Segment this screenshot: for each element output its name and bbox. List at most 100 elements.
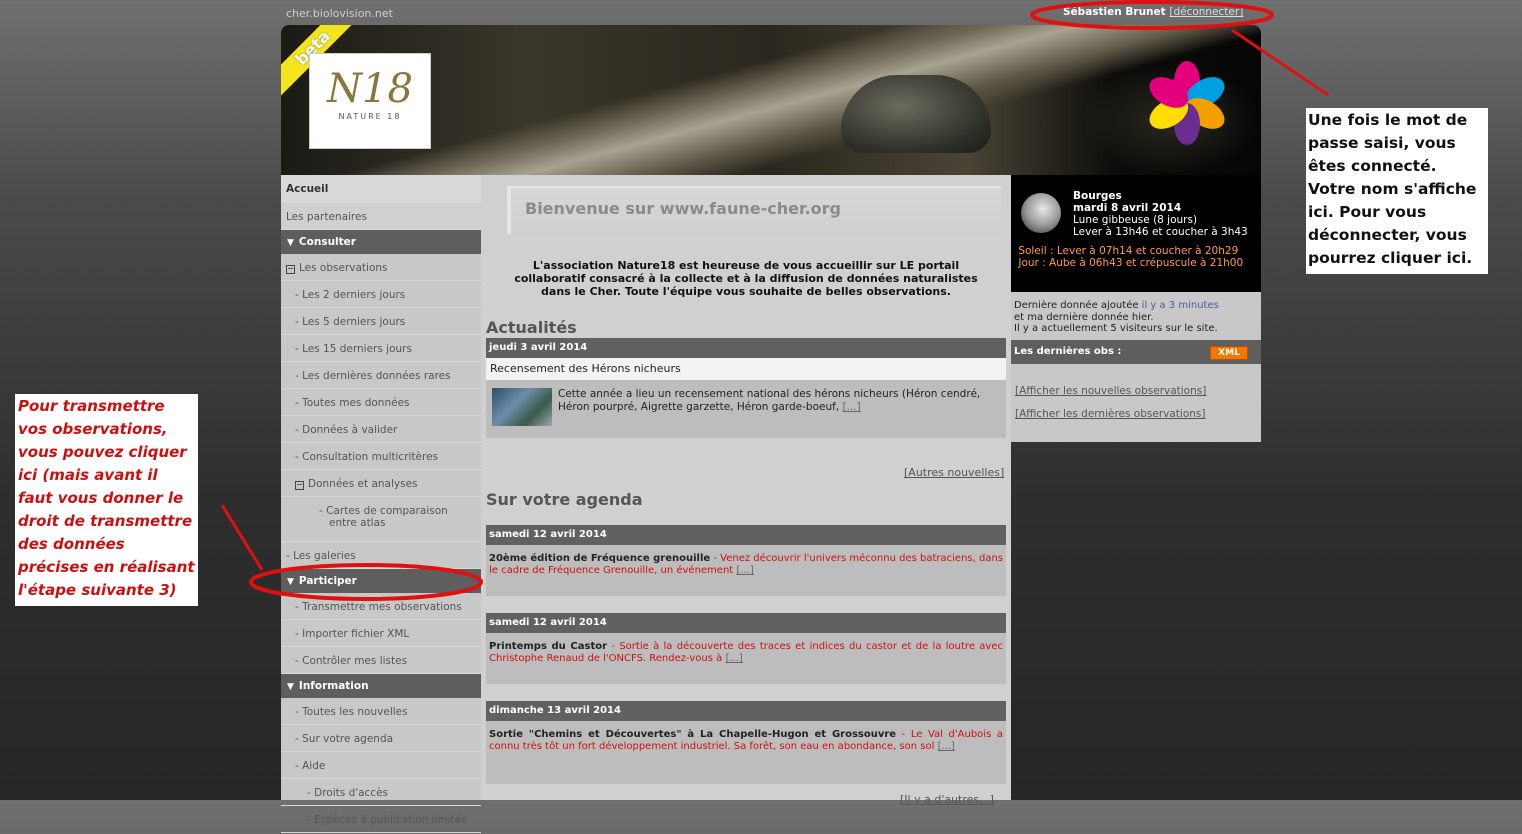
moon-phase: Lune gibbeuse (8 jours) — [1073, 214, 1198, 226]
nav-donnees-rares[interactable]: - Les dernières données rares — [281, 362, 481, 389]
triangle-down-icon: ▼ — [287, 577, 294, 587]
nav-donnees-analyses[interactable]: − Données et analyses — [281, 470, 481, 497]
logo-caption: NATURE 18 — [338, 112, 402, 121]
collapse-icon: − — [286, 264, 295, 274]
nav-section-information[interactable]: ▼ Information — [281, 674, 481, 698]
turtle-photo — [841, 75, 991, 153]
nav-agenda[interactable]: - Sur votre agenda — [281, 725, 481, 752]
latest-obs-header: Les dernières obs : XML — [1011, 340, 1261, 364]
nav-15-derniers-jours[interactable]: - Les 15 derniers jours — [281, 335, 481, 362]
news-section-title: Actualités — [486, 318, 577, 337]
event-item: samedi 12 avril 2014 Printemps du Castor… — [486, 613, 1006, 684]
event-item: samedi 12 avril 2014 20ème édition de Fr… — [486, 525, 1006, 596]
event-title[interactable]: Sortie "Chemins et Découvertes" à La Cha… — [489, 729, 896, 740]
news-body: Cette année a lieu un recensement nation… — [558, 388, 981, 413]
nav-galeries[interactable]: - Les galeries — [281, 542, 481, 569]
nav-cartes-comparaison[interactable]: - Cartes de comparaison entre atlas — [281, 497, 481, 542]
nav-label-2: entre atlas — [329, 517, 386, 529]
ephemeris-panel: Bourges mardi 8 avril 2014 Lune gibbeuse… — [1011, 175, 1261, 292]
show-new-obs-link[interactable]: [Afficher les nouvelles observations] — [1015, 380, 1261, 403]
nav-especes-limitees[interactable]: - Espèces à publication limitée — [281, 806, 481, 833]
arrow-line-transmit — [220, 504, 264, 571]
event-text: 20ème édition de Fréquence grenouille - … — [486, 545, 1006, 577]
collapse-icon: − — [295, 480, 304, 490]
city: Bourges — [1073, 190, 1122, 202]
nav-5-derniers-jours[interactable]: - Les 5 derniers jours — [281, 308, 481, 335]
last-data-link[interactable]: il y a 3 minutes — [1142, 300, 1219, 311]
triangle-down-icon: ▼ — [287, 238, 294, 248]
triangle-down-icon: ▼ — [287, 682, 294, 692]
nav-label: - Cartes de comparaison — [319, 505, 448, 517]
event-title[interactable]: Printemps du Castor — [489, 641, 607, 652]
section-label: Participer — [298, 575, 357, 587]
left-sidebar: Accueil Les partenaires ▼ Consulter − Les … — [281, 175, 481, 833]
nav-label: Données et analyses — [308, 478, 418, 490]
show-last-obs-link[interactable]: [Afficher les dernières observations] — [1015, 403, 1261, 426]
nav-aide[interactable]: - Aide — [281, 752, 481, 779]
sun-info: Soleil : Lever à 07h14 et coucher à 20h2… — [1015, 245, 1259, 269]
header-banner: beta N18 NATURE 18 — [281, 25, 1261, 175]
intro-text: L'association Nature18 est heureuse de v… — [514, 259, 978, 298]
site-url: cher.biolovision.net — [286, 7, 393, 20]
nav-label: Les observations — [299, 262, 388, 274]
my-last-data: et ma dernière donnée hier. — [1014, 311, 1154, 323]
news-item: jeudi 3 avril 2014 Recensement des Héron… — [486, 338, 1006, 438]
event-text: Printemps du Castor - Sortie à la découv… — [486, 633, 1006, 665]
user-name[interactable]: Sébastien Brunet — [1063, 6, 1166, 18]
latest-obs-title: Les dernières obs : — [1014, 346, 1122, 357]
annotation-transmit-note: Pour transmettre vos observations, vous … — [15, 394, 198, 606]
nav-accueil[interactable]: Accueil — [281, 175, 481, 203]
user-bar: Sébastien Brunet [déconnecter] — [1063, 6, 1243, 18]
news-headline[interactable]: Recensement des Hérons nicheurs — [486, 358, 1006, 380]
nature18-logo[interactable]: N18 NATURE 18 — [309, 53, 431, 149]
faune-flower-logo — [1137, 53, 1237, 153]
nav-multicriteres[interactable]: - Consultation multicritères — [281, 443, 481, 470]
nav-droits-acces[interactable]: - Droits d'accès — [281, 779, 481, 806]
annotation-login-note: Une fois le mot de passe saisi, vous ête… — [1306, 108, 1488, 274]
nav-section-consulter[interactable]: ▼ Consulter — [281, 230, 481, 254]
welcome-box: Bienvenue sur www.faune-cher.org — [507, 186, 1001, 234]
event-item: dimanche 13 avril 2014 Sortie "Chemins e… — [486, 701, 1006, 784]
other-news-link[interactable]: [Autres nouvelles] — [904, 466, 1004, 479]
latest-obs-box: [Afficher les nouvelles observations] [A… — [1011, 364, 1261, 442]
news-text: Cette année a lieu un recensement nation… — [558, 388, 998, 414]
event-date: samedi 12 avril 2014 — [486, 525, 1006, 545]
event-text: Sortie "Chemins et Découvertes" à La Cha… — [486, 721, 1006, 753]
news-thumbnail[interactable] — [492, 388, 552, 426]
nav-toutes-mes-donnees[interactable]: - Toutes mes données — [281, 389, 481, 416]
activity-text: Dernière donnée ajoutée il y a 3 minutes… — [1011, 292, 1261, 335]
nav-transmettre-observations[interactable]: - Transmettre mes observations — [281, 593, 481, 620]
event-title[interactable]: 20ème édition de Fréquence grenouille — [489, 553, 710, 564]
nav-donnees-a-valider[interactable]: - Données à valider — [281, 416, 481, 443]
moon-rise: Lever à 13h46 et coucher à 3h43 — [1073, 226, 1248, 238]
read-more-link[interactable]: [...] — [842, 401, 860, 413]
sun-times: Soleil : Lever à 07h14 et coucher à 20h2… — [1018, 245, 1239, 257]
news-date: jeudi 3 avril 2014 — [486, 338, 1006, 358]
moon-info: Bourges mardi 8 avril 2014 Lune gibbeuse… — [1073, 190, 1248, 238]
read-more-link[interactable]: [...] — [736, 565, 753, 576]
last-data-label: Dernière donnée ajoutée — [1014, 300, 1142, 311]
site-activity: Dernière donnée ajoutée il y a 3 minutes… — [1011, 292, 1261, 340]
nav-2-derniers-jours[interactable]: - Les 2 derniers jours — [281, 281, 481, 308]
welcome-title: Bienvenue sur www.faune-cher.org — [525, 199, 841, 218]
visitor-count: Il y a actuellement 5 visiteurs sur le s… — [1014, 323, 1218, 334]
day-times: Jour : Aube à 06h43 et crépuscule à 21h0… — [1018, 257, 1244, 269]
current-date: mardi 8 avril 2014 — [1073, 202, 1182, 214]
nav-les-observations[interactable]: − Les observations — [281, 254, 481, 281]
read-more-link[interactable]: [...] — [725, 653, 742, 664]
moon-icon — [1021, 193, 1061, 233]
event-date: dimanche 13 avril 2014 — [486, 701, 1006, 721]
nav-toutes-nouvelles[interactable]: - Toutes les nouvelles — [281, 698, 481, 725]
nav-controler-listes[interactable]: - Contrôler mes listes — [281, 647, 481, 674]
section-label: Consulter — [298, 236, 356, 248]
nav-partenaires[interactable]: Les partenaires — [281, 203, 481, 230]
logout-link[interactable]: [déconnecter] — [1169, 6, 1243, 18]
agenda-section-title: Sur votre agenda — [486, 490, 643, 509]
event-date: samedi 12 avril 2014 — [486, 613, 1006, 633]
read-more-link[interactable]: [...] — [938, 741, 955, 752]
section-label: Information — [298, 680, 369, 692]
nav-section-participer[interactable]: ▼ Participer — [281, 569, 481, 593]
logo-mark: N18 — [327, 66, 413, 112]
nav-importer-xml[interactable]: - Importer fichier XML — [281, 620, 481, 647]
xml-feed-button[interactable]: XML — [1210, 346, 1248, 360]
